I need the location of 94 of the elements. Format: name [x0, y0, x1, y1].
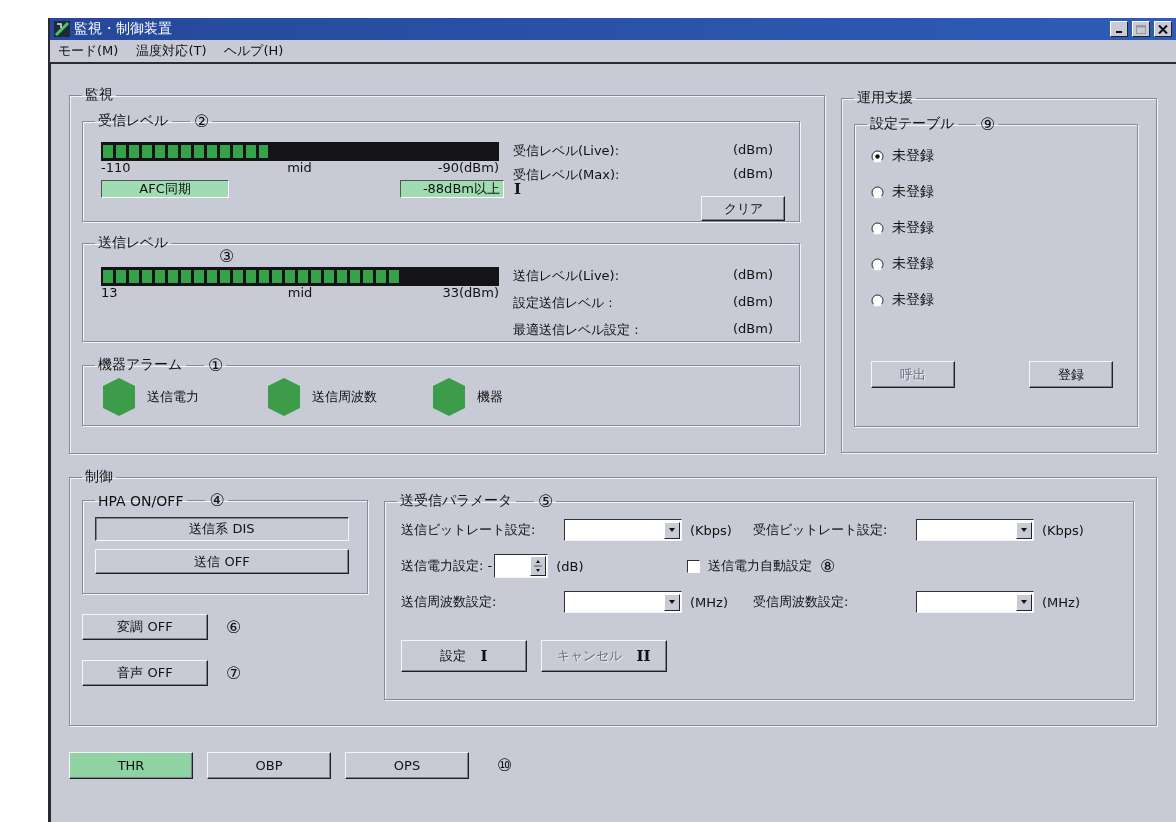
unit-label: (MHz) — [690, 594, 728, 610]
group-title: 制御 — [85, 468, 113, 486]
unit-label: (dBm) — [733, 142, 774, 159]
clear-button[interactable]: クリア — [701, 196, 785, 221]
dropdown-arrow-icon — [1020, 526, 1028, 534]
field-label: 受信周波数設定: — [753, 593, 850, 611]
mode-button[interactable]: THR — [69, 752, 193, 779]
toggle-button[interactable]: 音声 OFF — [82, 660, 208, 686]
mode-button[interactable]: OBP — [207, 752, 331, 779]
callout-number: ⑥ — [226, 618, 242, 636]
field-label: 送信電力設定: - — [401, 557, 493, 575]
group-title: 受信レベル — [98, 112, 168, 130]
group-title: HPA ON/OFF — [98, 492, 184, 509]
dropdown-arrow-icon — [1020, 598, 1028, 606]
callout-number: ③ — [219, 248, 236, 265]
alarm-label: 機器 — [477, 388, 503, 406]
callout-number: ⑩ — [497, 757, 513, 774]
unit-label: (dBm) — [733, 321, 774, 338]
callout-number: ⑧ — [820, 557, 836, 575]
unit-label: (Kbps) — [1042, 522, 1084, 538]
unit-label: (MHz) — [1042, 594, 1080, 610]
menu-item[interactable]: 温度対応(T) — [136, 42, 207, 60]
status-field: AFC同期 — [101, 180, 229, 198]
param-button[interactable]: 設定 I — [401, 640, 527, 672]
scale-label: 33(dBm) — [441, 286, 499, 300]
app-icon — [54, 21, 70, 37]
menu-item[interactable]: ヘルプ(H) — [224, 42, 284, 60]
spinner-field[interactable] — [494, 554, 549, 578]
dropdown-field[interactable] — [916, 591, 1034, 613]
radio-button[interactable] — [871, 293, 884, 307]
alarm-label: 送信周波数 — [312, 388, 377, 406]
dropdown-field[interactable] — [564, 591, 682, 613]
transmit-off-button[interactable]: 送信 OFF — [95, 549, 349, 574]
group-title: 運用支援 — [857, 89, 913, 107]
alarm-label: 送信電力 — [147, 388, 199, 406]
radio-label: 未登録 — [892, 219, 934, 237]
checkbox-label: 送信電力自動設定 — [708, 557, 812, 575]
scale-label: mid — [287, 286, 313, 300]
toggle-button[interactable]: 変調 OFF — [82, 614, 208, 640]
group-title: 監視 — [85, 86, 113, 104]
unit-label: (Kbps) — [690, 522, 732, 538]
radio-label: 未登録 — [892, 183, 934, 201]
group-title: 送受信パラメータ — [400, 492, 512, 510]
field-label: 受信ビットレート設定: — [753, 521, 889, 539]
dropdown-field[interactable] — [564, 519, 682, 541]
field-label: 送信ビットレート設定: — [401, 521, 537, 539]
scale-label: -110 — [101, 161, 132, 175]
scale-label: -90(dBm) — [437, 161, 499, 175]
radio-label: 未登録 — [892, 255, 934, 273]
radio-label: 未登録 — [892, 147, 934, 165]
group-title: 送信レベル — [98, 234, 168, 252]
callout-number: ① — [208, 356, 224, 374]
mode-button[interactable]: OPS — [345, 752, 469, 779]
minimize-icon — [1116, 31, 1122, 33]
table-button[interactable]: 登録 — [1029, 361, 1113, 388]
callout-number: ⑨ — [980, 115, 996, 133]
roman-numeral: I — [513, 180, 521, 198]
callout-number: ⑤ — [538, 492, 554, 510]
close-icon — [1158, 24, 1168, 34]
scale-label: mid — [287, 161, 312, 175]
dropdown-arrow-icon — [668, 598, 676, 606]
group-title: 機器アラーム — [98, 356, 182, 374]
status-field: -88dBm以上 — [399, 180, 504, 198]
scale-label: 13 — [101, 286, 119, 300]
unit-label: (dBm) — [733, 294, 774, 311]
callout-number: ④ — [209, 492, 225, 509]
callout-number: ② — [194, 112, 210, 130]
close-button[interactable] — [1154, 21, 1172, 37]
minimize-button[interactable] — [1110, 21, 1128, 37]
maximize-icon — [1136, 24, 1146, 34]
reading-label: 送信レベル(Live): — [513, 267, 621, 285]
callout-number: ⑦ — [226, 664, 242, 682]
reading-label: 最適送信レベル設定 : — [513, 321, 640, 339]
radio-button[interactable] — [871, 149, 884, 163]
dropdown-arrow-icon — [668, 526, 676, 534]
dropdown-field[interactable] — [916, 519, 1034, 541]
reading-label: 受信レベル(Live): — [513, 142, 621, 160]
checkbox[interactable] — [687, 559, 700, 573]
radio-label: 未登録 — [892, 291, 934, 309]
window-title: 監視・制御装置 — [74, 20, 173, 38]
radio-button[interactable] — [871, 221, 884, 235]
radio-button[interactable] — [871, 257, 884, 271]
group-title: 設定テーブル — [870, 115, 954, 133]
radio-button[interactable] — [871, 185, 884, 199]
field-label: 送信周波数設定: — [401, 593, 498, 611]
reading-label: 設定送信レベル : — [513, 294, 614, 312]
status-field: 送信系 DIS — [95, 517, 349, 541]
spin-arrows-icon — [534, 559, 543, 573]
menu-item[interactable]: モード(M) — [58, 42, 119, 60]
maximize-button[interactable] — [1132, 21, 1150, 37]
unit-label: (dB) — [556, 558, 584, 574]
unit-label: (dBm) — [733, 267, 774, 284]
unit-label: (dBm) — [733, 166, 774, 183]
reading-label: 受信レベル(Max): — [513, 166, 621, 183]
